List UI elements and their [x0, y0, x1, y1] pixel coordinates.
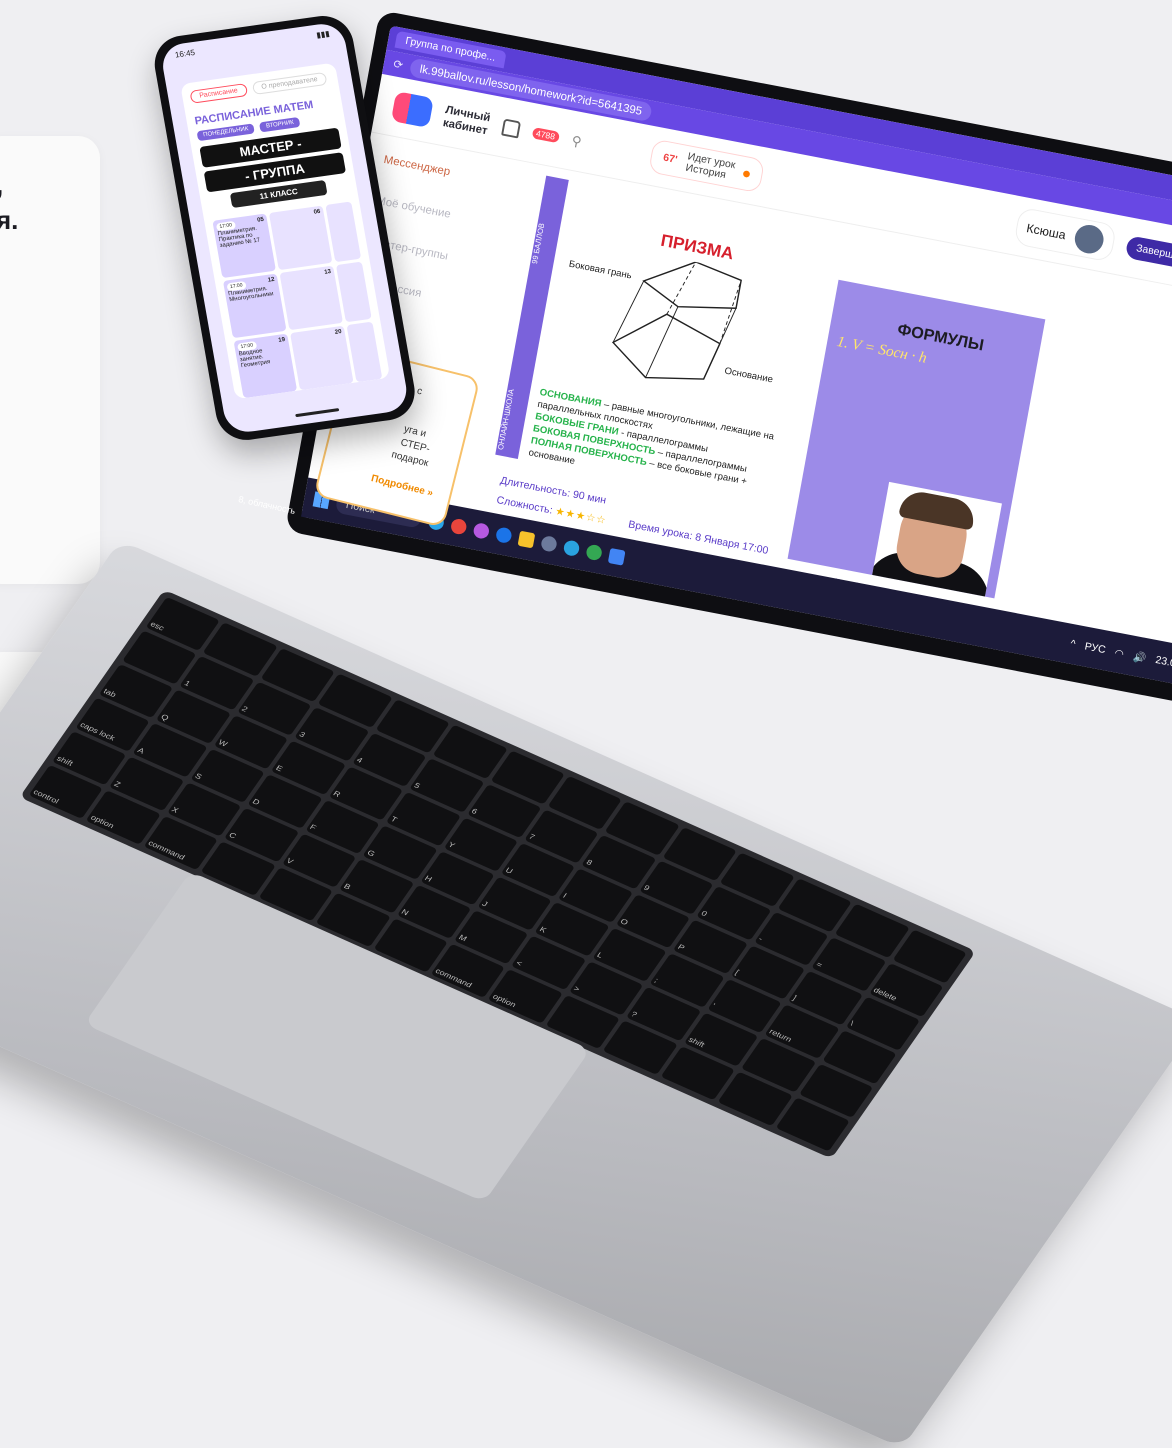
cell-date: 20	[334, 329, 343, 336]
wifi-icon[interactable]: ◠	[1114, 646, 1125, 660]
chrome-work-icon[interactable]	[495, 526, 514, 545]
taskbar-weather: 8, облачность	[237, 494, 297, 516]
bell-icon[interactable]	[500, 118, 521, 139]
weekday-tuesday: ВТОРНИК	[259, 116, 301, 133]
phone-signal-icon: ▮▮▮	[315, 28, 331, 40]
avatar	[1072, 222, 1106, 256]
settings-icon[interactable]	[540, 535, 559, 553]
difficulty-label: Сложность:	[495, 494, 554, 517]
cell-date: 19	[277, 336, 286, 344]
temperature: 67'	[662, 152, 679, 166]
card-text-line-1: й,	[0, 170, 3, 200]
tab-schedule[interactable]: Расписание	[189, 83, 248, 104]
lesson-slide: 99 БАЛЛОВ ОНЛАЙН-ШКОЛА ПРИЗМА Боковая гр…	[495, 175, 829, 509]
home-indicator[interactable]	[295, 408, 340, 418]
docs-icon[interactable]	[608, 548, 627, 566]
chrome-active-icon[interactable]	[585, 543, 604, 562]
current-lesson-chip[interactable]: 67' Идет урок История	[648, 138, 766, 194]
card-text-line-2: ия.	[0, 205, 19, 235]
cell-date: 06	[313, 208, 321, 216]
lesson-status-group: Идет урок История	[685, 151, 737, 182]
logo-text: Личный кабинет	[442, 103, 492, 138]
label-base: Основание	[724, 366, 774, 386]
schedule-grid: 17:00 05 Планиметрия. Практика по задани…	[203, 194, 390, 399]
feature-card-top	[0, 136, 100, 584]
phone-time: 16:45	[174, 47, 196, 60]
schedule-card: Расписание О преподавателе РАСПИСАНИЕ МА…	[180, 62, 391, 400]
schedule-cell[interactable]: 13	[279, 265, 344, 331]
live-dot-icon	[743, 169, 751, 178]
schedule-cell[interactable]: 20	[290, 325, 354, 391]
chrome-icon[interactable]	[450, 517, 469, 536]
user-menu[interactable]: Ксюша	[1012, 206, 1118, 263]
notification-badge: 4788	[531, 126, 560, 144]
chrome-profile-icon[interactable]	[472, 522, 491, 540]
schedule-cell[interactable]: 17:00 19 Вводное занятие. Геометрия	[233, 333, 298, 399]
teacher-video[interactable]	[872, 481, 1002, 597]
formulas-panel: ФОРМУЛЫ 1. V = Sосн · h	[787, 279, 1046, 599]
language-indicator[interactable]: РУС	[1084, 641, 1107, 656]
user-name: Ксюша	[1025, 220, 1067, 242]
difficulty-stars: ★★★☆☆	[554, 505, 608, 527]
finish-update-button[interactable]: Завершить обнова	[1124, 235, 1172, 279]
phone-body: 16:45 ▮▮▮ Расписание О преподавателе РАС…	[150, 12, 420, 444]
clock-date[interactable]: 23.01.2	[1155, 654, 1172, 672]
tray-chevron-icon[interactable]: ^	[1069, 638, 1076, 650]
schedule-cell[interactable]: 06	[268, 205, 333, 271]
search-icon[interactable]: ⚲	[570, 132, 583, 150]
ribbon-text-2: ОНЛАЙН-ШКОЛА	[496, 388, 516, 451]
ribbon-text: 99 БАЛЛОВ	[530, 222, 547, 265]
cell-date: 13	[323, 268, 332, 276]
label-side-face: Боковая грань	[568, 259, 633, 282]
schedule-cell[interactable]: 17:00 12 Планиметрия. Многоугольники	[222, 273, 287, 339]
telegram-icon[interactable]	[563, 539, 581, 558]
promo-more-link[interactable]: Подробнее »	[370, 473, 434, 499]
phone-screen: 16:45 ▮▮▮ Расписание О преподавателе РАС…	[159, 21, 411, 435]
folder-icon[interactable]	[518, 530, 536, 549]
volume-icon[interactable]: 🔊	[1132, 650, 1147, 665]
schedule-cell[interactable]: 17:00 05 Планиметрия. Практика по задани…	[212, 213, 276, 279]
cell-date: 12	[267, 276, 276, 284]
cell-date: 05	[256, 216, 265, 224]
